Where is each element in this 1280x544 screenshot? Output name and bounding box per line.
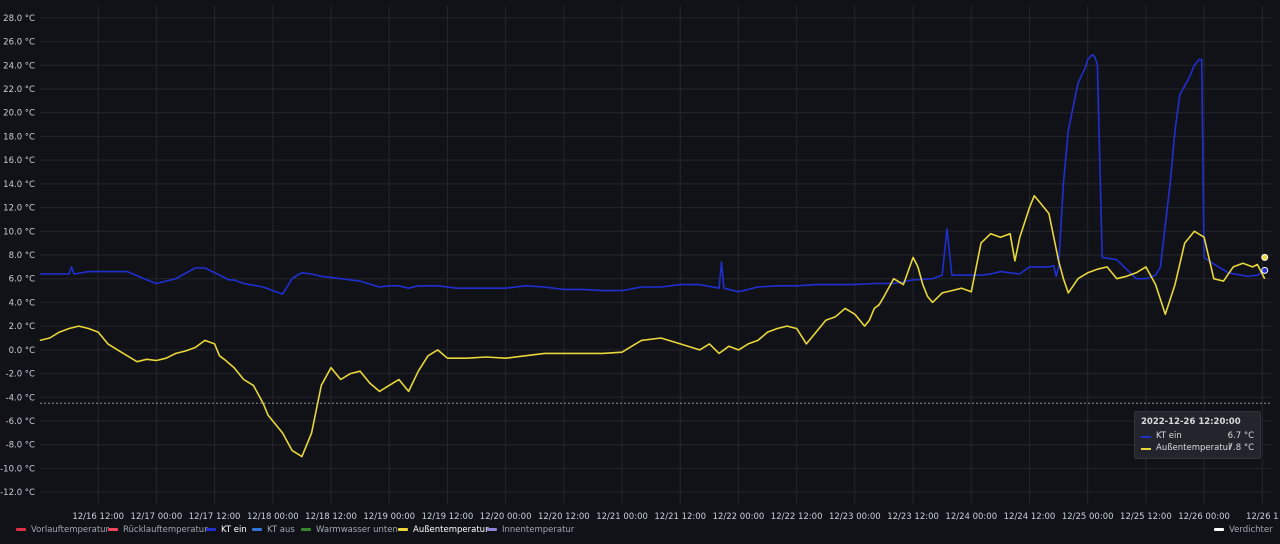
x-tick-label: 12/19 00:00	[363, 512, 415, 520]
legend-item-innentemperatur[interactable]: Innentemperatur	[487, 525, 574, 535]
x-tick-label: 12/24 12:00	[1004, 512, 1056, 520]
x-tick-label: 12/26 00:00	[1178, 512, 1230, 520]
y-tick-label: 0.0 °C	[9, 346, 35, 356]
y-tick-label: 4.0 °C	[9, 298, 35, 308]
legend-item-kt-ein[interactable]: KT ein	[206, 525, 247, 535]
series-lines	[39, 53, 1266, 458]
tooltip-series-name: KT ein	[1156, 431, 1182, 441]
tooltip-series-name: Außentemperatur	[1156, 443, 1232, 453]
x-tick-label: 12/17 12:00	[189, 512, 241, 520]
y-tick-label: 16.0 °C	[3, 156, 35, 166]
y-tick-label: 12.0 °C	[3, 204, 35, 214]
y-axis: -12.0 °C -10.0 °C -8.0 °C -6.0 °C -4.0 °C -2.…	[0, 14, 35, 498]
hover-tooltip: 2022-12-26 12:20:00 KT ein 6.7 °C Außent…	[1134, 411, 1261, 459]
y-tick-label: 2.0 °C	[9, 322, 35, 332]
x-tick-label: 12/18 12:00	[305, 512, 357, 520]
legend-swatch	[252, 528, 262, 531]
y-tick-label: 28.0 °C	[3, 14, 35, 24]
legend-item-warmwasser-unten[interactable]: Warmwasser unten	[301, 525, 398, 535]
y-tick-label: 18.0 °C	[3, 132, 35, 142]
y-tick-label: -12.0 °C	[0, 488, 35, 498]
x-tick-label: 12/26 1	[1246, 512, 1279, 520]
time-series-chart[interactable]: -12.0 °C -10.0 °C -8.0 °C -6.0 °C -4.0 °C -2.…	[0, 0, 1280, 520]
tooltip-row-kt-ein: KT ein 6.7 °C	[1141, 431, 1254, 443]
x-tick-label: 12/22 12:00	[771, 512, 823, 520]
x-tick-label: 12/23 00:00	[829, 512, 881, 520]
x-tick-label: 12/18 00:00	[247, 512, 299, 520]
legend-swatch	[1214, 528, 1224, 531]
y-tick-label: 14.0 °C	[3, 180, 35, 190]
x-tick-label: 12/22 00:00	[713, 512, 765, 520]
legend-swatch	[398, 528, 408, 531]
x-tick-label: 12/21 00:00	[596, 512, 648, 520]
x-tick-label: 12/23 12:00	[887, 512, 939, 520]
legend-item-vorlauftemperatur[interactable]: Vorlauftemperatur	[16, 525, 109, 535]
y-tick-label: 26.0 °C	[3, 38, 35, 48]
x-tick-label: 12/20 00:00	[480, 512, 532, 520]
legend-item-kt-aus[interactable]: KT aus	[252, 525, 295, 535]
legend-swatch	[487, 528, 497, 531]
legend-swatch	[301, 528, 311, 531]
tooltip-swatch	[1141, 448, 1151, 450]
legend-label: Außentemperatur	[413, 525, 489, 535]
legend: Vorlauftemperatur Rücklauftemperatur KT …	[0, 524, 1280, 540]
hover-point-aussentemperatur	[1261, 253, 1269, 261]
legend-item-verdichter[interactable]: Verdichter	[1214, 525, 1273, 535]
x-tick-label: 12/17 00:00	[131, 512, 183, 520]
y-tick-label: 6.0 °C	[9, 275, 35, 285]
y-tick-label: -2.0 °C	[6, 370, 36, 380]
x-tick-label: 12/25 00:00	[1062, 512, 1114, 520]
y-tick-label: 8.0 °C	[9, 251, 35, 261]
graph-panel: -12.0 °C -10.0 °C -8.0 °C -6.0 °C -4.0 °C -2.…	[0, 0, 1280, 544]
grid	[40, 6, 1272, 504]
legend-label: Verdichter	[1229, 525, 1273, 535]
y-tick-label: 10.0 °C	[3, 227, 35, 237]
y-tick-label: 20.0 °C	[3, 109, 35, 119]
x-tick-label: 12/21 12:00	[654, 512, 706, 520]
legend-label: KT aus	[267, 525, 295, 535]
legend-swatch	[108, 528, 118, 531]
y-tick-label: 24.0 °C	[3, 61, 35, 71]
y-tick-label: -10.0 °C	[0, 464, 35, 474]
hover-point-kt-ein	[1261, 266, 1269, 274]
tooltip-series-value: 7.8 °C	[1227, 443, 1254, 453]
legend-label: KT ein	[221, 525, 247, 535]
x-tick-label: 12/25 12:00	[1120, 512, 1172, 520]
x-tick-label: 12/20 12:00	[538, 512, 590, 520]
legend-label: Vorlauftemperatur	[31, 525, 110, 535]
legend-item-ruecklauftemperatur[interactable]: Rücklauftemperatur	[108, 525, 208, 535]
series-line-kt-ein	[40, 53, 1266, 295]
tooltip-time: 2022-12-26 12:20:00	[1141, 417, 1241, 427]
y-tick-label: 22.0 °C	[3, 85, 35, 95]
legend-swatch	[206, 528, 216, 531]
legend-label: Innentemperatur	[502, 525, 575, 535]
x-tick-label: 12/16 12:00	[72, 512, 124, 520]
tooltip-series-value: 6.7 °C	[1227, 431, 1254, 441]
tooltip-row-aussentemperatur: Außentemperatur 7.8 °C	[1141, 443, 1254, 455]
legend-swatch	[16, 528, 26, 531]
x-tick-label: 12/19 12:00	[422, 512, 474, 520]
legend-label: Rücklauftemperatur	[123, 525, 208, 535]
legend-item-aussentemperatur[interactable]: Außentemperatur	[398, 525, 489, 535]
x-axis: 12/16 12:00 12/17 00:00 12/17 12:00 12/18 0…	[72, 512, 1278, 520]
x-tick-label: 12/24 00:00	[945, 512, 997, 520]
y-tick-label: -6.0 °C	[6, 417, 36, 427]
legend-label: Warmwasser unten	[316, 525, 398, 535]
y-tick-label: -4.0 °C	[6, 393, 36, 403]
y-tick-label: -8.0 °C	[6, 441, 36, 451]
tooltip-swatch	[1141, 436, 1151, 438]
